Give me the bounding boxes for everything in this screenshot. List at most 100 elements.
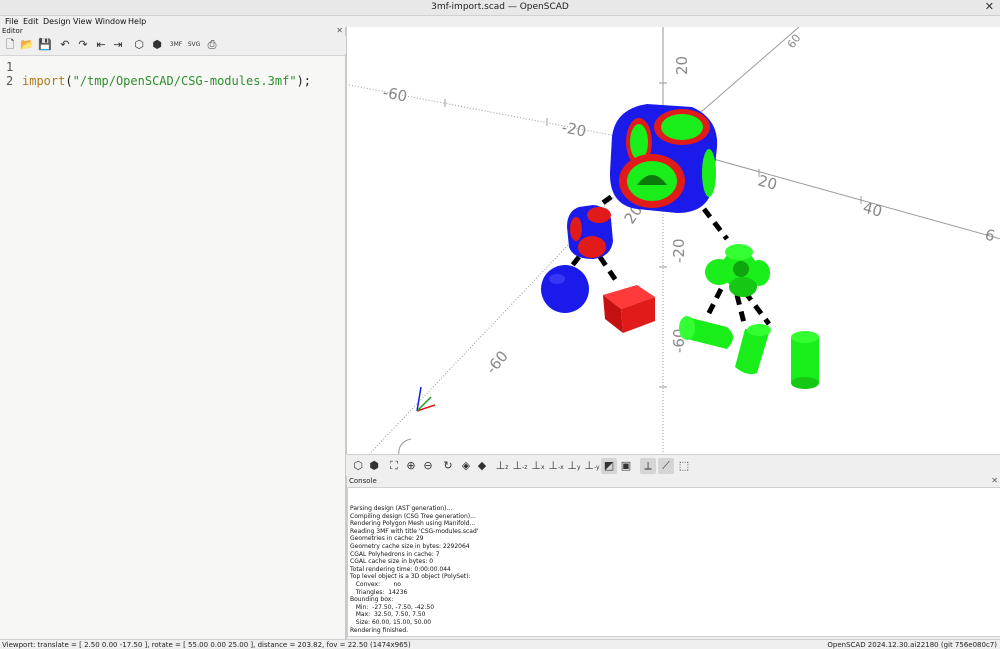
line-number: 1 [6, 60, 14, 74]
view-bottom-icon[interactable]: ⊥-z [512, 458, 528, 474]
console-line: Rendering finished. [350, 626, 409, 634]
axis-label: -60 [482, 347, 512, 377]
show-scale-icon[interactable]: ⟋ [658, 458, 674, 474]
export-svg-icon[interactable]: SVG [187, 38, 201, 52]
menu-bar: File Edit Design View Window Help [0, 16, 1000, 27]
menu-help[interactable]: Help [128, 16, 146, 27]
view-toolbar: ⬡ ⬢ ⛶ ⊕ ⊖ ↻ ◈ ◆ ⊥z ⊥-z ⊥x ⊥-x ⊥y ⊥-y ◩ ▣… [346, 454, 1000, 476]
intersection-model [567, 205, 613, 259]
code-string: "/tmp/OpenSCAD/CSG-modules.3mf" [72, 74, 297, 88]
open-file-icon[interactable]: 📂 [20, 38, 34, 52]
axis-label: 40 [861, 198, 884, 220]
editor-header: Editor ✕ [0, 26, 346, 36]
menu-design[interactable]: Design [43, 16, 71, 27]
axis-label: 20 [673, 56, 691, 75]
menu-file[interactable]: File [5, 16, 18, 27]
axis-label: -20 [670, 239, 688, 264]
console-line: Geometries in cache: 29 [350, 535, 424, 543]
reset-view-icon[interactable]: ↻ [440, 458, 456, 474]
cylinder-right-model [791, 331, 819, 389]
axis-label: 6 [983, 225, 997, 245]
editor-panel-label: Editor [2, 27, 23, 35]
close-editor-icon[interactable]: ✕ [336, 26, 343, 35]
console-line: Triangles: 14236 [350, 588, 408, 596]
console-line: Parsing design (AST generation)... [350, 505, 453, 512]
menu-view[interactable]: View [73, 16, 92, 27]
axis-gizmo [416, 386, 436, 412]
code-editor[interactable]: 1 2 import("/tmp/OpenSCAD/CSG-modules.3m… [0, 55, 345, 639]
3d-viewport[interactable]: 20 60 -60 -20 20 40 6 -20 -60 20 -60 [346, 27, 1000, 454]
preview-icon[interactable]: ⬡ [132, 38, 146, 52]
undo-icon[interactable]: ↶ [58, 38, 72, 52]
render-icon[interactable]: ⬢ [366, 458, 382, 474]
menu-window[interactable]: Window [95, 16, 127, 27]
console-output[interactable]: Parsing design (AST generation)... Compi… [347, 487, 1000, 637]
console-line: Reading 3MF with title 'CSG-modules.scad… [350, 527, 479, 535]
new-file-icon[interactable]: 🗋 [3, 38, 17, 52]
viewport-status: Viewport: translate = [ 2.50 0.00 -17.50… [2, 641, 411, 649]
show-axes-icon[interactable]: ⟂ [640, 458, 656, 474]
console-line: Top level object is a 3D object (PolySet… [350, 573, 471, 581]
code-open-paren: ( [65, 74, 73, 88]
editor-toolbar: 🗋 📂 💾 ↶ ↷ ⇤ ⇥ ⬡ ⬢ 3MF SVG ⎙ [0, 36, 346, 54]
view-left-icon[interactable]: ⊥x [530, 458, 546, 474]
view-right-icon[interactable]: ⊥-x [548, 458, 564, 474]
cylinder-middle-model [735, 324, 771, 375]
console-line: Compiling design (CSG Tree generation)..… [350, 512, 476, 520]
scale-arc [398, 438, 412, 454]
console-line: Size: 60.00, 15.00, 50.00 [350, 619, 432, 626]
unindent-icon[interactable]: ⇤ [94, 38, 108, 52]
code-close: ); [296, 74, 312, 88]
export-3mf-icon[interactable]: 3MF [169, 38, 183, 52]
preview-icon[interactable]: ⬡ [350, 458, 366, 474]
sphere-model [541, 265, 589, 313]
console-line: Max: 32.50, 7.50, 7.50 [350, 611, 426, 619]
axis-label: 60 [785, 32, 804, 51]
perspective-icon[interactable]: ◈ [458, 458, 474, 474]
redo-icon[interactable]: ↷ [76, 38, 90, 52]
axis-label: -20 [560, 118, 587, 140]
axis-label: -60 [381, 83, 408, 105]
view-back-icon[interactable]: ⊥-y [584, 458, 600, 474]
console-panel-label: Console [349, 477, 377, 485]
close-console-icon[interactable]: ✕ [991, 476, 998, 485]
menu-edit[interactable]: Edit [23, 16, 39, 27]
openscad-window: 3mf-import.scad — OpenSCAD ✕ File Edit D… [0, 0, 1000, 649]
view-all-icon[interactable]: ⛶ [386, 458, 402, 474]
console-line: Min: -27.50, -7.50, -42.50 [350, 603, 435, 611]
view-front-icon[interactable]: ⊥y [566, 458, 582, 474]
show-crosshairs-icon[interactable]: ⬚ [676, 458, 692, 474]
zoom-in-icon[interactable]: ⊕ [403, 458, 419, 474]
console-line: Rendering Polygon Mesh using Manifold... [350, 520, 476, 528]
line-number: 2 [6, 74, 14, 88]
window-title: 3mf-import.scad — OpenSCAD [431, 2, 569, 12]
axis-label: 20 [756, 171, 779, 193]
close-window-icon[interactable]: ✕ [985, 1, 994, 13]
send-to-print-icon[interactable]: ⎙ [205, 38, 219, 52]
red-cube-model [603, 285, 655, 333]
indent-icon[interactable]: ⇥ [111, 38, 125, 52]
difference-cube-model [609, 104, 718, 213]
view-top-icon[interactable]: ⊥z [494, 458, 510, 474]
console-header: Console ✕ [347, 476, 1000, 487]
code-keyword: import [22, 74, 66, 88]
console-line: Total rendering time: 0:00:00.044 [350, 565, 451, 573]
viewport-canvas: 20 60 -60 -20 20 40 6 -20 -60 20 -60 [348, 27, 1000, 454]
cylinder-cross-model [705, 244, 770, 297]
version-status: OpenSCAD 2024.12.30.ai22180 (git 756e080… [827, 641, 997, 649]
status-bar: Viewport: translate = [ 2.50 0.00 -17.50… [0, 639, 1000, 649]
save-file-icon[interactable]: 💾 [38, 38, 52, 52]
show-edges-icon[interactable]: ◩ [601, 458, 617, 474]
orthogonal-icon[interactable]: ◆ [474, 458, 490, 474]
console-line: Geometry cache size in bytes: 2292064 [350, 543, 470, 550]
zoom-out-icon[interactable]: ⊖ [420, 458, 436, 474]
console-line: Bounding box: [350, 596, 394, 604]
console-panel: Console ✕ Parsing design (AST generation… [346, 476, 1000, 639]
code-line: import("/tmp/OpenSCAD/CSG-modules.3mf"); [22, 74, 311, 88]
editor-panel: Editor ✕ 🗋 📂 💾 ↶ ↷ ⇤ ⇥ ⬡ ⬢ 3MF SVG ⎙ 1 2… [0, 26, 346, 639]
console-line: Convex: no [350, 581, 401, 588]
console-line: CGAL cache size in bytes: 0 [350, 558, 434, 566]
wireframe-icon[interactable]: ▣ [618, 458, 634, 474]
render-icon[interactable]: ⬢ [150, 38, 164, 52]
title-bar: 3mf-import.scad — OpenSCAD ✕ [0, 0, 1000, 16]
